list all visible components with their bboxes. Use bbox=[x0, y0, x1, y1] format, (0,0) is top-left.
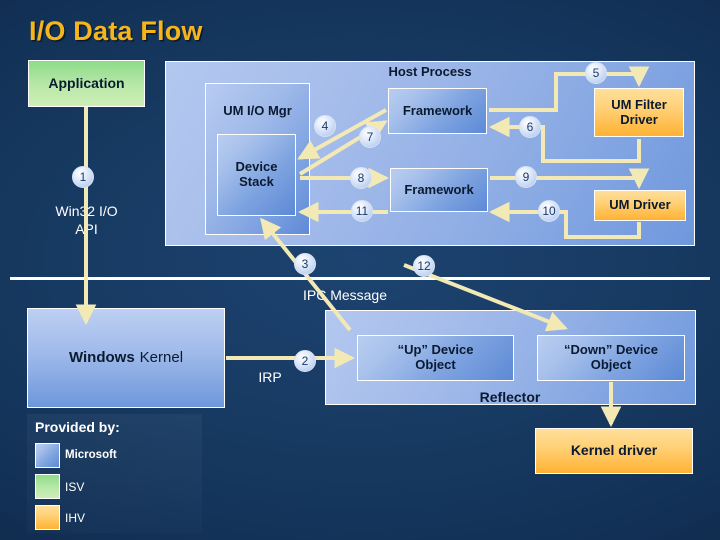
irp-label: IRP bbox=[258, 369, 282, 385]
step-circle-6: 6 bbox=[519, 116, 541, 138]
legend-label-ihv: IHV bbox=[65, 511, 86, 525]
windows-kernel-bold-text: Windows bbox=[68, 348, 135, 366]
slide-canvas: I/O Data Flow Host Process UM I/O Mgr De… bbox=[0, 0, 720, 540]
framework-top-box: Framework bbox=[388, 88, 487, 134]
step-circle-4: 4 bbox=[314, 115, 336, 137]
win32-io-api-label: Win32 I/O API bbox=[55, 203, 118, 237]
step-circle-7: 7 bbox=[359, 126, 381, 148]
legend-swatch-isv bbox=[35, 474, 60, 499]
legend-title: Provided by: bbox=[35, 419, 120, 435]
step-circle-12: 12 bbox=[413, 255, 435, 277]
host-process-label: Host Process bbox=[388, 64, 472, 79]
legend-label-microsoft: Microsoft bbox=[65, 449, 117, 461]
ipc-message-label: IPC Message bbox=[302, 287, 388, 303]
up-device-object-box: “Up” Device Object bbox=[357, 335, 514, 381]
framework-bottom-box: Framework bbox=[390, 168, 488, 212]
step-circle-11: 11 bbox=[351, 200, 373, 222]
step-circle-9: 9 bbox=[515, 166, 537, 188]
step-circle-5: 5 bbox=[585, 62, 607, 84]
kernel-driver-box: Kernel driver bbox=[535, 428, 693, 474]
legend-swatch-microsoft bbox=[35, 443, 60, 468]
windows-kernel-box: Windows Kernel bbox=[27, 308, 225, 408]
application-box: Application bbox=[28, 60, 145, 107]
step-circle-10: 10 bbox=[538, 200, 560, 222]
step-circle-1: 1 bbox=[72, 166, 94, 188]
legend-label-isv: ISV bbox=[65, 480, 85, 494]
step-circle-3: 3 bbox=[294, 253, 316, 275]
user-kernel-divider bbox=[10, 277, 710, 280]
reflector-label: Reflector bbox=[479, 389, 541, 405]
um-filter-driver-box: UM Filter Driver bbox=[594, 88, 684, 137]
down-device-object-box: “Down” Device Object bbox=[537, 335, 685, 381]
um-driver-box: UM Driver bbox=[594, 190, 686, 221]
device-stack-box: Device Stack bbox=[217, 134, 296, 216]
legend-swatch-ihv bbox=[35, 505, 60, 530]
page-title: I/O Data Flow bbox=[29, 16, 203, 46]
step-circle-2: 2 bbox=[294, 350, 316, 372]
step-circle-8: 8 bbox=[350, 167, 372, 189]
um-io-mgr-label: UM I/O Mgr bbox=[223, 103, 292, 118]
windows-kernel-rest-text: Kernel bbox=[139, 348, 184, 366]
